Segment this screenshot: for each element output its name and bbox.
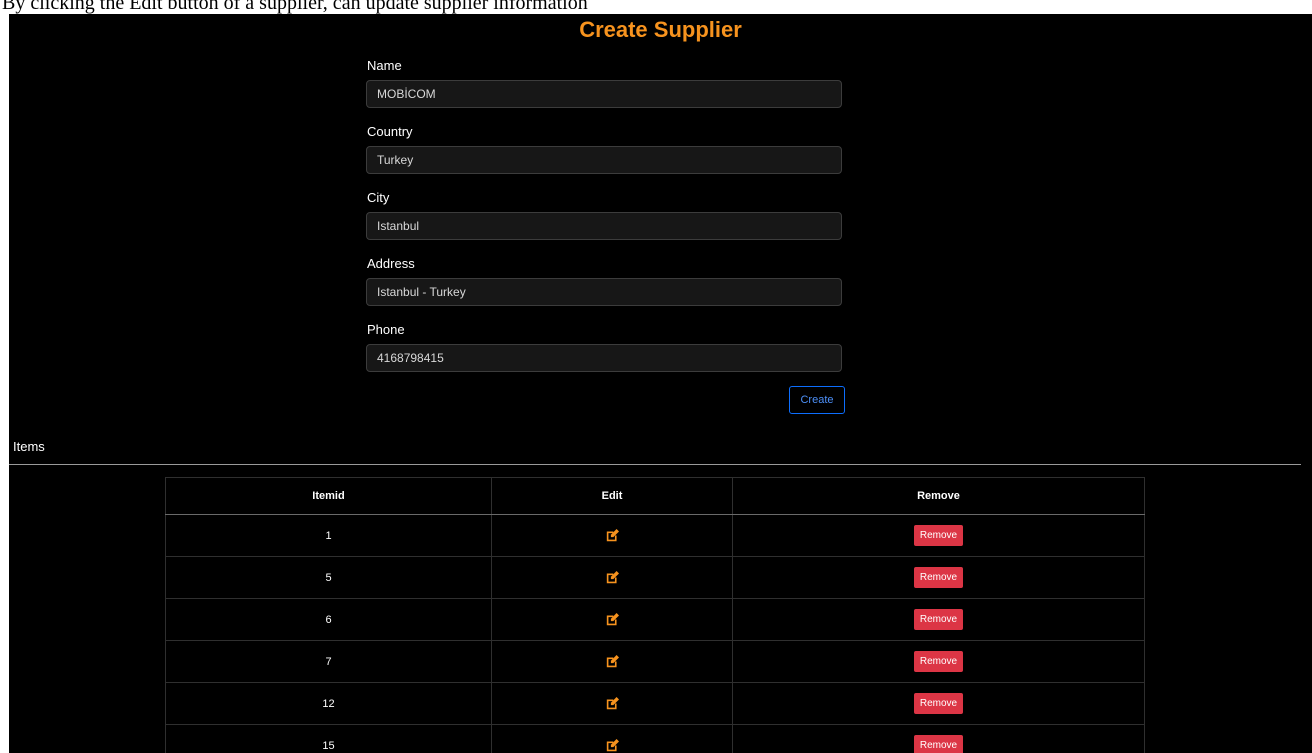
column-header-remove: Remove [732, 477, 1145, 515]
caption-strip: By clicking the Edit button of a supplie… [0, 0, 1312, 14]
itemid-cell: 12 [165, 682, 492, 725]
city-label: City [367, 190, 390, 205]
table-row: 6 Remove [165, 598, 1145, 641]
edit-icon[interactable] [606, 655, 619, 668]
edit-cell [491, 724, 733, 753]
remove-button[interactable]: Remove [913, 525, 964, 546]
table-row: 15 Remove [165, 724, 1145, 753]
items-section-title: Items [13, 439, 45, 454]
edit-icon[interactable] [606, 529, 619, 542]
country-label: Country [367, 124, 413, 139]
create-button[interactable]: Create [789, 386, 845, 414]
table-row: 1 Remove [165, 514, 1145, 557]
name-field[interactable] [366, 80, 842, 108]
section-divider [9, 464, 1301, 465]
remove-cell: Remove [732, 598, 1145, 641]
phone-label: Phone [367, 322, 405, 337]
remove-cell: Remove [732, 682, 1145, 725]
table-row: 5 Remove [165, 556, 1145, 599]
edit-cell [491, 640, 733, 683]
remove-button[interactable]: Remove [913, 693, 964, 714]
remove-button[interactable]: Remove [913, 651, 964, 672]
itemid-cell: 7 [165, 640, 492, 683]
column-header-itemid: Itemid [165, 477, 492, 515]
itemid-cell: 5 [165, 556, 492, 599]
table-header-row: Itemid Edit Remove [165, 477, 1145, 515]
table-row: 12 Remove [165, 682, 1145, 725]
page-title: Create Supplier [579, 17, 742, 42]
city-field[interactable] [366, 212, 842, 240]
country-field[interactable] [366, 146, 842, 174]
itemid-cell: 1 [165, 514, 492, 557]
items-table: Itemid Edit Remove 1 Remove 5 Remove 6 R… [165, 477, 1145, 753]
edit-icon[interactable] [606, 571, 619, 584]
table-row: 7 Remove [165, 640, 1145, 683]
itemid-cell: 6 [165, 598, 492, 641]
itemid-cell: 15 [165, 724, 492, 753]
address-label: Address [367, 256, 415, 271]
remove-cell: Remove [732, 514, 1145, 557]
remove-button[interactable]: Remove [913, 609, 964, 630]
address-field[interactable] [366, 278, 842, 306]
edit-cell [491, 514, 733, 557]
remove-button[interactable]: Remove [913, 567, 964, 588]
column-header-edit: Edit [491, 477, 733, 515]
edit-cell [491, 598, 733, 641]
edit-icon[interactable] [606, 697, 619, 710]
edit-icon[interactable] [606, 613, 619, 626]
edit-cell [491, 682, 733, 725]
phone-field[interactable] [366, 344, 842, 372]
remove-cell: Remove [732, 640, 1145, 683]
remove-button[interactable]: Remove [913, 735, 964, 753]
edit-cell [491, 556, 733, 599]
name-label: Name [367, 58, 402, 73]
caption-text: By clicking the Edit button of a supplie… [2, 0, 588, 14]
supplier-app: Create Supplier Name Country City Addres… [9, 14, 1312, 753]
remove-cell: Remove [732, 556, 1145, 599]
remove-cell: Remove [732, 724, 1145, 753]
edit-icon[interactable] [606, 739, 619, 752]
